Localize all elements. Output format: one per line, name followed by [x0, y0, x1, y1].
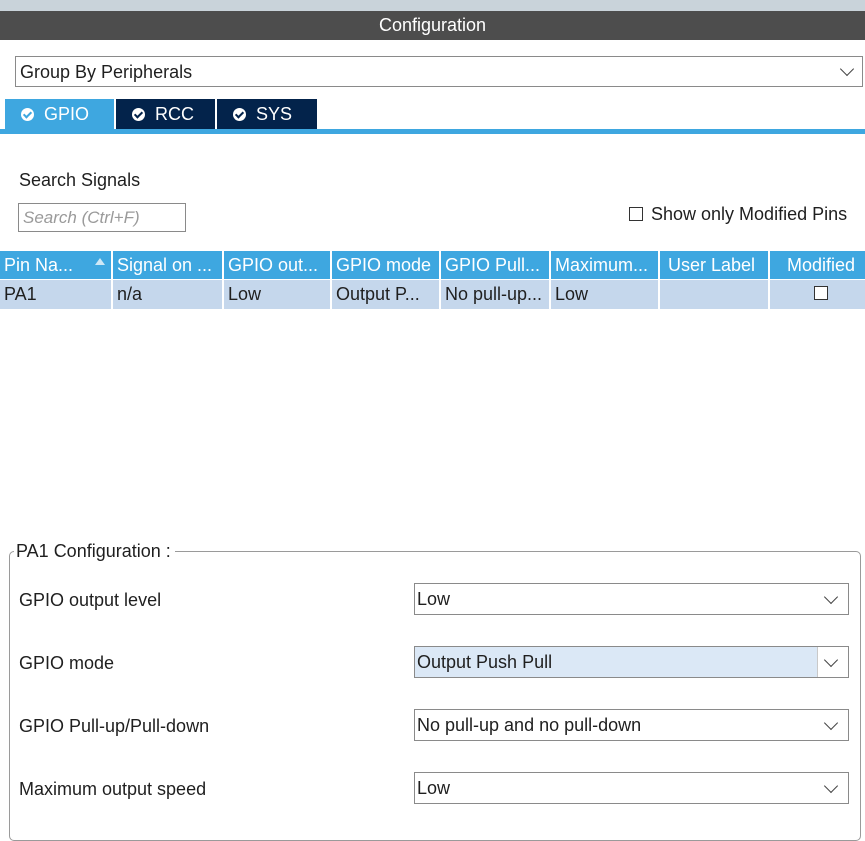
check-circle-icon	[233, 108, 246, 121]
tab-sys[interactable]: SYS	[217, 99, 317, 129]
cell-max-speed: Low	[551, 280, 660, 309]
show-modified-label: Show only Modified Pins	[651, 204, 848, 224]
cell-pin-name: PA1	[0, 280, 113, 309]
col-header-max-speed[interactable]: Maximum...	[551, 251, 660, 279]
chevron-down-icon	[823, 715, 839, 731]
select-value: Low	[417, 589, 451, 609]
chevron-down-icon	[823, 589, 839, 605]
max-output-speed-label: Maximum output speed	[19, 779, 207, 799]
col-header-label: User Label	[668, 255, 756, 275]
table-row[interactable]: PA1 n/a Low Output P... No pull-up... Lo…	[0, 280, 865, 309]
group-by-select[interactable]: Group By Peripherals	[15, 56, 863, 87]
tab-rcc[interactable]: RCC	[116, 99, 215, 129]
cell-user-label[interactable]	[660, 280, 770, 309]
gpio-pull-label: GPIO Pull-up/Pull-down	[19, 716, 210, 736]
col-header-gpio-mode[interactable]: GPIO mode	[332, 251, 441, 279]
col-header-label: GPIO mode	[336, 255, 432, 275]
cell-modified	[770, 280, 865, 309]
search-input[interactable]	[18, 203, 186, 232]
chevron-down-icon	[839, 61, 855, 77]
col-header-label: GPIO Pull...	[445, 255, 541, 275]
gpio-output-level-select[interactable]: Low	[414, 583, 849, 615]
check-circle-icon	[132, 108, 145, 121]
sort-ascending-icon[interactable]	[95, 258, 105, 265]
top-strip	[0, 0, 865, 11]
tab-label: GPIO	[44, 104, 90, 124]
select-value: No pull-up and no pull-down	[417, 715, 642, 735]
gpio-pull-select[interactable]: No pull-up and no pull-down	[414, 709, 849, 741]
cell-gpio-output: Low	[224, 280, 332, 309]
gpio-mode-select[interactable]: Output Push Pull	[414, 646, 849, 678]
search-label: Search Signals	[19, 170, 141, 190]
cell-gpio-pull: No pull-up...	[441, 280, 551, 309]
max-output-speed-select[interactable]: Low	[414, 772, 849, 804]
pin-table-header: Pin Na... Signal on ... GPIO out... GPIO…	[0, 251, 865, 279]
col-header-label: GPIO out...	[228, 255, 319, 275]
col-header-label: Pin Na...	[4, 255, 74, 275]
col-header-modified[interactable]: Modified	[770, 251, 865, 279]
cell-gpio-mode: Output P...	[332, 280, 441, 309]
col-header-signal[interactable]: Signal on ...	[113, 251, 224, 279]
tab-gpio[interactable]: GPIO	[5, 99, 114, 129]
checkbox-icon	[629, 207, 643, 221]
col-header-user-label[interactable]: User Label	[660, 251, 770, 279]
col-header-label: Maximum...	[555, 255, 649, 275]
show-modified-checkbox[interactable]: Show only Modified Pins	[629, 203, 847, 225]
col-header-label: Modified	[787, 255, 856, 275]
pin-configuration-title: PA1 Configuration :	[14, 540, 175, 562]
group-by-value: Group By Peripherals	[20, 62, 193, 82]
select-value: Output Push Pull	[417, 652, 553, 672]
chevron-down-icon	[823, 778, 839, 794]
select-value: Low	[417, 778, 451, 798]
gpio-mode-label: GPIO mode	[19, 653, 115, 673]
check-circle-icon	[21, 108, 34, 121]
tab-label: SYS	[256, 104, 293, 124]
window-title: Configuration	[0, 11, 865, 40]
tab-underline	[0, 129, 865, 134]
col-header-pin-name[interactable]: Pin Na...	[0, 251, 113, 279]
col-header-label: Signal on ...	[117, 255, 213, 275]
col-header-gpio-pull[interactable]: GPIO Pull...	[441, 251, 551, 279]
modified-checkbox[interactable]	[814, 286, 828, 300]
cell-signal: n/a	[113, 280, 224, 309]
gpio-output-level-label: GPIO output level	[19, 590, 162, 610]
tab-label: RCC	[155, 104, 194, 124]
col-header-gpio-output[interactable]: GPIO out...	[224, 251, 332, 279]
